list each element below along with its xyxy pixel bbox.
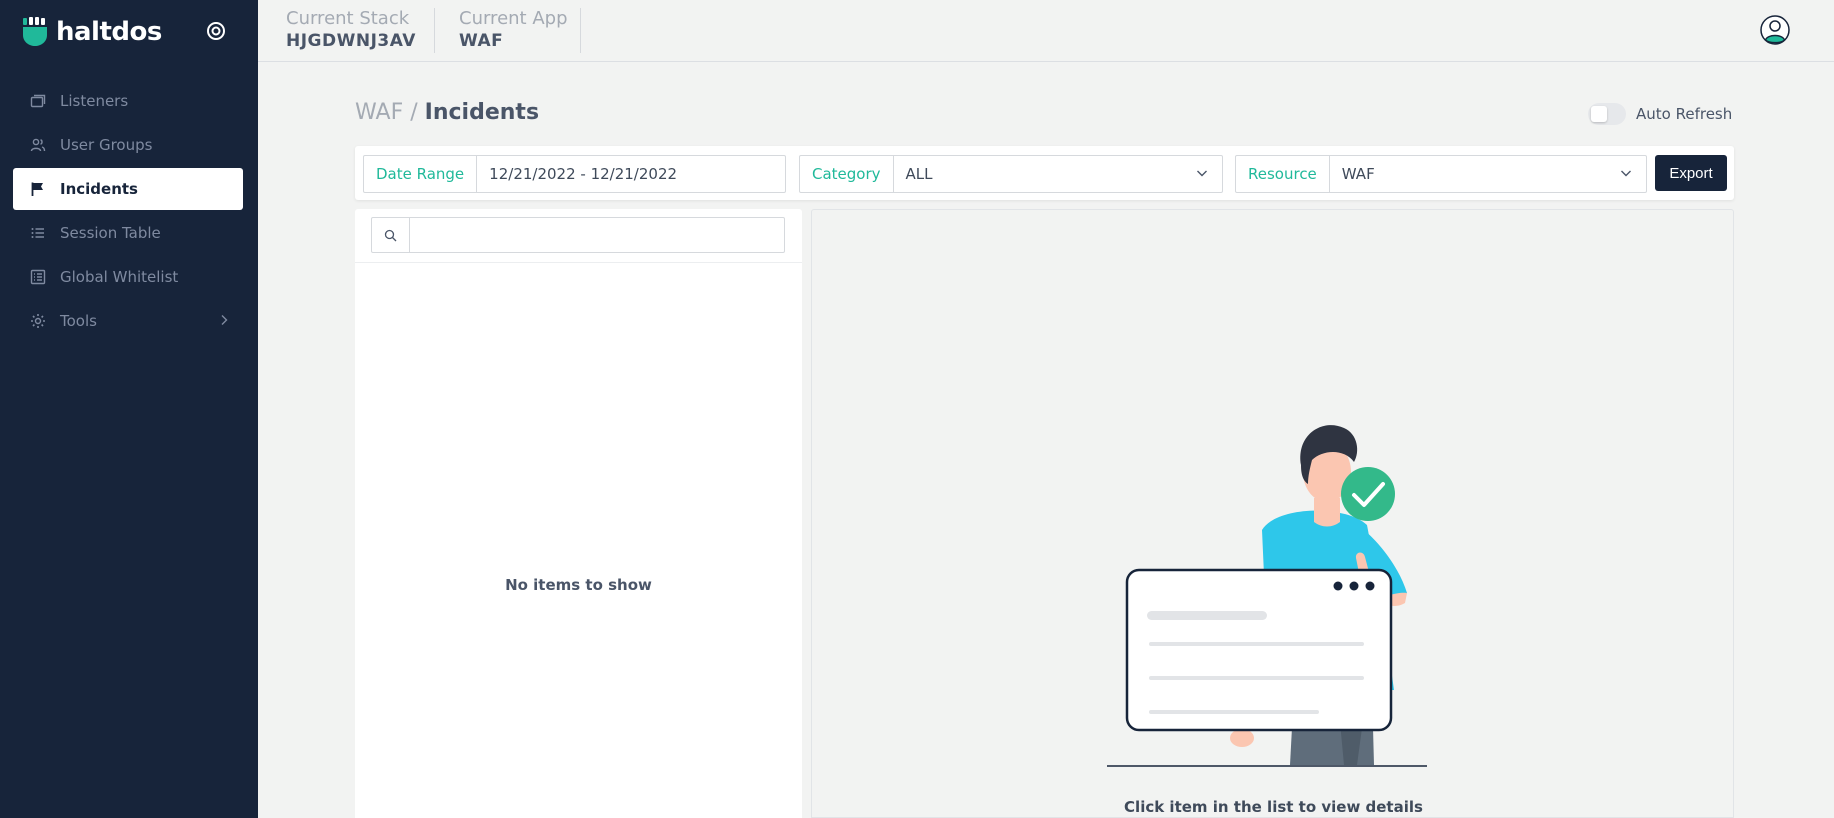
empty-state-illustration [1107, 425, 1427, 767]
sidebar-item-label: Listeners [60, 92, 129, 110]
sidebar-item-listeners[interactable]: Listeners [13, 80, 243, 122]
category-filter[interactable]: Category ALL [799, 155, 1223, 193]
whitelist-icon [29, 268, 47, 286]
auto-refresh-toggle[interactable] [1588, 103, 1626, 125]
current-app[interactable]: Current App WAF [459, 8, 568, 51]
category-label: Category [800, 156, 894, 192]
flag-icon [29, 180, 47, 198]
listeners-icon [29, 92, 47, 110]
divider [355, 262, 802, 263]
sidebar-item-label: Global Whitelist [60, 268, 179, 286]
current-app-value: WAF [459, 31, 504, 51]
breadcrumb[interactable]: WAF / [355, 100, 418, 125]
current-app-label: Current App [459, 8, 568, 29]
divider [434, 8, 435, 53]
chevron-down-icon [1621, 170, 1631, 177]
sidebar-item-global-whitelist[interactable]: Global Whitelist [13, 256, 243, 298]
date-range-label: Date Range [364, 156, 478, 192]
date-range-filter[interactable]: Date Range 12/21/2022 - 12/21/2022 [363, 155, 786, 193]
auto-refresh: Auto Refresh [1588, 103, 1732, 125]
detail-hint: Click item in the list to view details [1124, 798, 1423, 816]
sidebar-item-incidents[interactable]: Incidents [13, 168, 243, 210]
sidebar-item-tools[interactable]: Tools [13, 300, 243, 342]
date-range-input[interactable]: 12/21/2022 - 12/21/2022 [477, 156, 785, 192]
current-stack-label: Current Stack [286, 8, 410, 29]
resource-label: Resource [1236, 156, 1330, 192]
empty-list-message: No items to show [505, 576, 652, 594]
incident-list-panel: No items to show [355, 209, 802, 818]
current-stack-value: HJGDWNJ3AV [286, 31, 416, 51]
sidebar-item-label: Tools [60, 312, 97, 330]
auto-refresh-label: Auto Refresh [1636, 105, 1733, 123]
resource-filter[interactable]: Resource WAF [1235, 155, 1647, 193]
search-icon [372, 218, 410, 252]
sidebar-item-user-groups[interactable]: User Groups [13, 124, 243, 166]
search-input[interactable] [410, 218, 784, 252]
chevron-right-icon [221, 315, 228, 325]
resource-select[interactable]: WAF [1330, 156, 1646, 192]
resource-value: WAF [1341, 165, 1375, 183]
top-header: Current Stack HJGDWNJ3AV Current App WAF [258, 0, 1834, 62]
current-stack[interactable]: Current Stack HJGDWNJ3AV [286, 8, 416, 51]
gear-icon [29, 312, 47, 330]
chevron-down-icon [1197, 170, 1207, 177]
sidebar-item-label: User Groups [60, 136, 153, 154]
users-icon [29, 136, 47, 154]
export-button[interactable]: Export [1655, 155, 1727, 191]
sidebar-item-session-table[interactable]: Session Table [13, 212, 243, 254]
page-title: WAF / Incidents [355, 100, 539, 125]
category-select[interactable]: ALL [894, 156, 1222, 192]
sidebar-item-label: Incidents [60, 180, 138, 198]
sidebar-item-label: Session Table [60, 224, 161, 242]
incident-detail-panel: Click item in the list to view details [811, 209, 1734, 818]
page-title-text: Incidents [424, 100, 540, 125]
target-icon[interactable] [205, 20, 227, 42]
list-icon [29, 224, 47, 242]
user-avatar-icon[interactable] [1760, 15, 1790, 45]
divider [580, 8, 581, 53]
brand-logo[interactable]: haltdos [22, 14, 162, 50]
haltdos-logo-icon [23, 17, 47, 46]
sidebar: haltdos Listeners User Groups Incidents [0, 0, 258, 818]
filter-bar: Date Range 12/21/2022 - 12/21/2022 Categ… [355, 146, 1734, 200]
category-value: ALL [905, 165, 933, 183]
brand-name: haltdos [56, 17, 162, 47]
search-box [371, 217, 785, 253]
